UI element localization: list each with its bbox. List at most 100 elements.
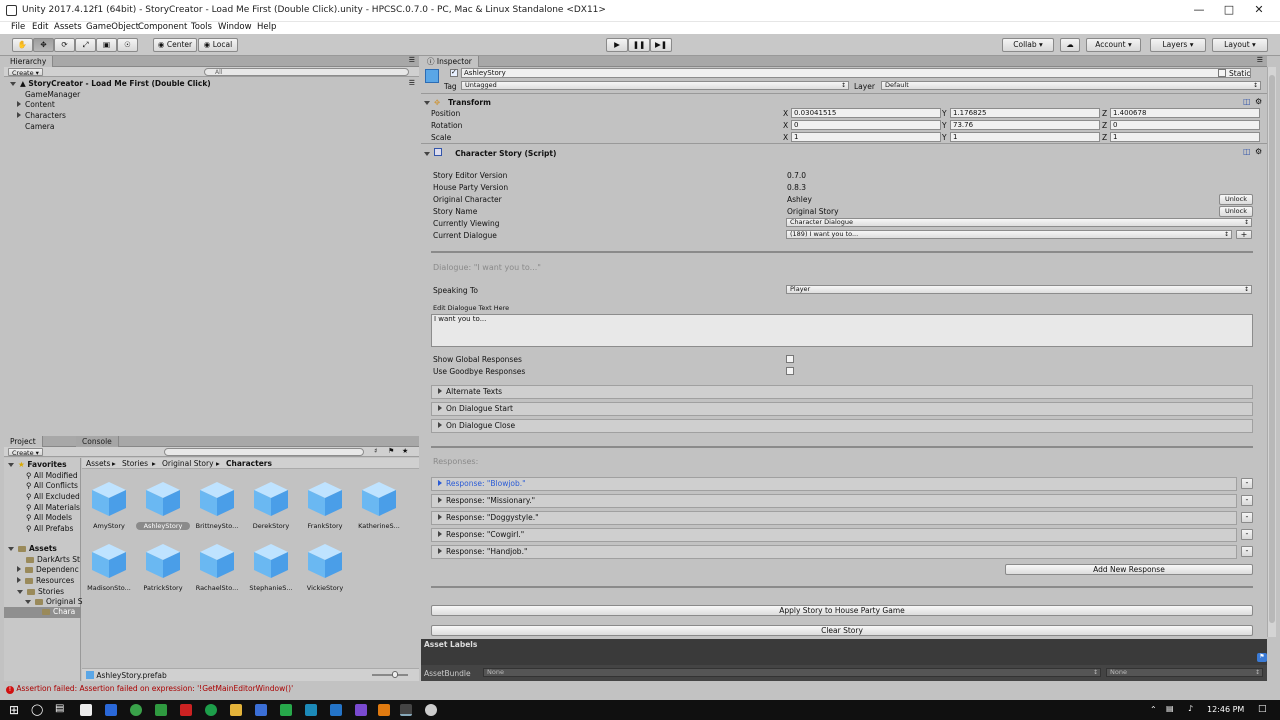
unity-icon[interactable]	[400, 704, 412, 716]
settings-gear-icon[interactable]: ⚙	[1255, 147, 1262, 156]
app-icon[interactable]	[155, 704, 167, 716]
favorite-item[interactable]: ⚲ All Prefabs	[26, 524, 73, 533]
volume-icon[interactable]: ♪	[1188, 704, 1193, 713]
scrollbar-thumb[interactable]	[1269, 75, 1275, 623]
on-dialogue-start-foldout[interactable]: On Dialogue Start	[431, 402, 1253, 416]
asset-folder[interactable]: Stories	[17, 587, 64, 596]
assetbundle-dropdown[interactable]: None	[483, 668, 1101, 677]
app-icon[interactable]	[330, 704, 342, 716]
asset-folder[interactable]: Original S	[25, 597, 83, 606]
play-button[interactable]: ▶	[606, 38, 628, 52]
app-icon[interactable]	[355, 704, 367, 716]
app-icon[interactable]	[80, 704, 92, 716]
breadcrumb-item[interactable]: Assets	[86, 459, 110, 468]
layout-dropdown[interactable]: Layout ▾	[1212, 38, 1268, 52]
transform-scale-z-field[interactable]: 1	[1110, 132, 1260, 142]
assetbundle-variant-dropdown[interactable]: None	[1106, 668, 1263, 677]
tab-hierarchy[interactable]: Hierarchy	[4, 56, 54, 67]
menu-file[interactable]: File	[11, 22, 25, 32]
hierarchy-item[interactable]: Camera	[25, 122, 54, 131]
file-name-label[interactable]: DerekStory	[244, 522, 298, 530]
response-foldout[interactable]: Response: "Missionary."	[431, 494, 1237, 508]
transform-position-x-field[interactable]: 0.03041515	[791, 108, 941, 118]
hierarchy-create-button[interactable]: Create ▾	[8, 68, 43, 77]
remove-response-button[interactable]: -	[1241, 495, 1253, 506]
tag-dropdown[interactable]: Untagged	[461, 81, 849, 90]
vlc-icon[interactable]	[378, 704, 390, 716]
inspector-menu-icon[interactable]: ☰	[1257, 56, 1263, 64]
axis-z-label[interactable]: Z	[1102, 121, 1107, 130]
response-foldout[interactable]: Response: "Blowjob."	[431, 477, 1237, 491]
hierarchy-item[interactable]: GameManager	[25, 90, 80, 99]
prefab-cube-icon[interactable]	[360, 480, 398, 518]
transform-header[interactable]: ✥ Transform	[424, 98, 491, 107]
transform-scale-x-field[interactable]: 1	[791, 132, 941, 142]
favorite-item[interactable]: ⚲ All Excluded	[26, 492, 80, 501]
scene-row[interactable]: ▲ StoryCreator - Load Me First (Double C…	[10, 79, 211, 88]
app-icon[interactable]	[425, 704, 437, 716]
expand-icon[interactable]	[17, 590, 23, 594]
app-icon[interactable]	[105, 704, 117, 716]
axis-x-label[interactable]: X	[783, 121, 788, 130]
active-checkbox[interactable]: ✓	[450, 68, 458, 77]
app-icon[interactable]	[255, 704, 267, 716]
response-foldout[interactable]: Response: "Handjob."	[431, 545, 1237, 559]
transform-rotation-y-field[interactable]: 73.76	[950, 120, 1100, 130]
tab-project[interactable]: Project	[4, 436, 43, 447]
filter-label-icon[interactable]: ⚑	[388, 447, 394, 455]
hierarchy-item[interactable]: Content	[17, 100, 55, 109]
assets-header[interactable]: Assets	[8, 544, 57, 553]
clear-story-button[interactable]: Clear Story	[431, 625, 1253, 636]
prefab-cube-icon[interactable]	[90, 480, 128, 518]
favorite-item[interactable]: ⚲ All Models	[26, 513, 72, 522]
transform-rotation-z-field[interactable]: 0	[1110, 120, 1260, 130]
transform-tool-button[interactable]: ☉	[117, 38, 138, 52]
move-tool-button[interactable]: ✥	[33, 38, 54, 52]
expand-icon[interactable]	[10, 82, 16, 86]
favorite-item[interactable]: ⚲ All Modified	[26, 471, 78, 480]
scale-tool-button[interactable]: ⤢	[75, 38, 96, 52]
use-goodbye-responses-checkbox[interactable]	[786, 367, 794, 375]
axis-z-label[interactable]: Z	[1102, 133, 1107, 142]
menu-gameobject[interactable]: GameObject	[86, 22, 139, 32]
asset-folder[interactable]: Resources	[17, 576, 74, 585]
axis-x-label[interactable]: X	[783, 109, 788, 118]
expand-icon[interactable]	[25, 600, 31, 604]
maximize-button[interactable]: □	[1216, 3, 1242, 18]
search-icon[interactable]: ◯	[31, 703, 43, 716]
notifications-icon[interactable]: □	[1258, 704, 1267, 714]
collab-button[interactable]: Collab ▾	[1002, 38, 1054, 52]
prefab-cube-icon[interactable]	[252, 480, 290, 518]
asset-folder[interactable]: Dependenc	[17, 565, 79, 574]
task-view-icon[interactable]: ▤	[55, 703, 64, 714]
file-name-label[interactable]: KatherineS...	[352, 522, 406, 530]
on-dialogue-close-foldout[interactable]: On Dialogue Close	[431, 419, 1253, 433]
menu-window[interactable]: Window	[218, 22, 252, 32]
file-explorer-icon[interactable]	[230, 704, 242, 716]
file-name-label[interactable]: AmyStory	[82, 522, 136, 530]
file-name-label[interactable]: StephanieS...	[244, 584, 298, 592]
help-icon[interactable]: ◫	[1243, 97, 1251, 106]
transform-position-z-field[interactable]: 1.400678	[1110, 108, 1260, 118]
response-foldout[interactable]: Response: "Cowgirl."	[431, 528, 1237, 542]
network-icon[interactable]: ▤	[1166, 704, 1174, 713]
unlock-story-button[interactable]: Unlock	[1219, 206, 1253, 217]
static-checkbox[interactable]	[1218, 69, 1226, 77]
prefab-cube-icon[interactable]	[90, 542, 128, 580]
expand-icon[interactable]	[424, 152, 430, 156]
asset-labels-header[interactable]: Asset Labels	[424, 640, 477, 649]
scene-menu-icon[interactable]: ☰	[409, 79, 415, 87]
prefab-cube-icon[interactable]	[144, 542, 182, 580]
clock-time[interactable]: 12:46 PM	[1207, 705, 1244, 714]
windows-start-icon[interactable]: ⊞	[9, 703, 19, 717]
axis-x-label[interactable]: X	[783, 133, 788, 142]
currently-viewing-dropdown[interactable]: Character Dialogue	[786, 218, 1252, 227]
apply-story-button[interactable]: Apply Story to House Party Game	[431, 605, 1253, 616]
file-name-label[interactable]: RachaelSto...	[190, 584, 244, 592]
label-tag-icon[interactable]: ⚑	[1257, 653, 1267, 662]
speaking-to-dropdown[interactable]: Player	[786, 285, 1252, 294]
menu-help[interactable]: Help	[257, 22, 276, 32]
step-button[interactable]: ▶❚	[650, 38, 672, 52]
add-dialogue-button[interactable]: +	[1236, 230, 1252, 239]
transform-scale-y-field[interactable]: 1	[950, 132, 1100, 142]
